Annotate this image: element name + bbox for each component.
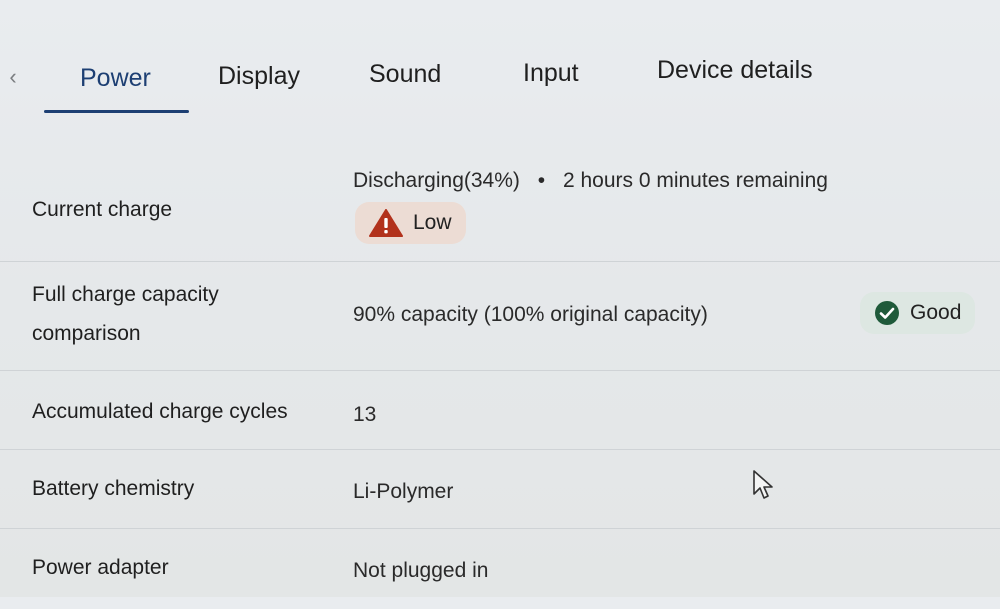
row-power-adapter: Power adapter Not plugged in [0, 529, 1000, 609]
current-charge-value: Discharging(34%) • 2 hours 0 minutes rem… [353, 169, 828, 193]
row-charge-cycles: Accumulated charge cycles 13 [0, 371, 1000, 450]
mouse-pointer-icon [753, 470, 773, 499]
full-capacity-value: 90% capacity (100% original capacity) [353, 303, 708, 326]
row-battery-chemistry: Battery chemistry Li-Polymer [0, 450, 1000, 529]
good-badge-label: Good [910, 301, 962, 324]
current-charge-label: Current charge [32, 198, 173, 221]
battery-chemistry-value: Li-Polymer [353, 480, 454, 503]
power-adapter-label: Power adapter [32, 556, 169, 579]
page-title-cut [0, 0, 1000, 10]
tab-device-details[interactable]: Device details [657, 56, 813, 85]
tab-display[interactable]: Display [218, 62, 300, 91]
check-circle-icon [875, 301, 899, 325]
battery-chemistry-label: Battery chemistry [32, 477, 195, 500]
warning-triangle-icon [369, 209, 403, 237]
charge-cycles-value: 13 [353, 403, 377, 426]
tab-sound[interactable]: Sound [369, 60, 441, 89]
full-capacity-label-line2: comparison [32, 322, 141, 345]
full-capacity-label-line1: Full charge capacity [32, 283, 219, 306]
time-remaining: 2 hours 0 minutes remaining [562, 169, 828, 192]
charge-status: Discharging(34%) [353, 169, 520, 192]
row-full-charge-capacity: Full charge capacity comparison 90% capa… [0, 262, 1000, 371]
tab-bar: Power Display Sound Input Device details [0, 50, 1000, 120]
low-badge-label: Low [413, 211, 452, 234]
charge-cycles-label: Accumulated charge cycles [32, 400, 288, 423]
title-fragment [150, 0, 190, 4]
tab-input[interactable]: Input [523, 59, 579, 88]
row-current-charge: Current charge Discharging(34%) • 2 hour… [0, 165, 1000, 262]
low-status-badge: Low [355, 202, 466, 244]
good-status-badge: Good [860, 292, 976, 334]
tab-power[interactable]: Power [80, 64, 151, 93]
power-adapter-value: Not plugged in [353, 559, 489, 582]
active-tab-indicator [44, 110, 189, 113]
separator-dot: • [537, 169, 546, 192]
